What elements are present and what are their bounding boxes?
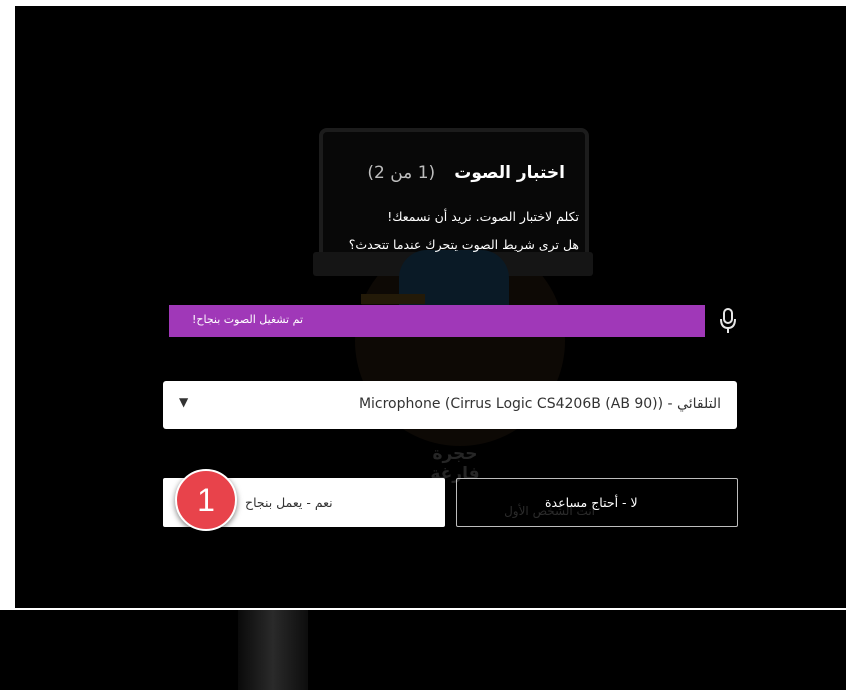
taskbar-app-button[interactable]: [238, 610, 308, 690]
dialog-title: اختبار الصوت (1 من 2): [345, 163, 565, 189]
no-need-help-label: لا - أحتاج مساعدة: [545, 495, 638, 510]
microphone-select[interactable]: ▼ التلقائي - Microphone (Cirrus Logic CS…: [163, 381, 737, 429]
audio-level-bar: تم تشغيل الصوت بنجاح!: [169, 305, 705, 337]
step-indicator: (1 من 2): [367, 163, 436, 183]
instruction-line-1: تكلم لاختبار الصوت. نريد أن نسمعك!: [387, 209, 579, 224]
audio-test-title: اختبار الصوت: [454, 163, 565, 183]
no-need-help-button[interactable]: لا - أحتاج مساعدة: [456, 478, 738, 527]
step-badge: 1: [175, 469, 237, 531]
yes-working-label: نعم - يعمل بنجاح: [245, 495, 333, 510]
microphone-select-value: التلقائي - Microphone (Cirrus Logic CS42…: [358, 396, 721, 412]
background-book-illustration: [361, 294, 425, 304]
instruction-line-2: هل ترى شريط الصوت يتحرك عندما تتحدث؟: [348, 237, 579, 252]
taskbar: [0, 610, 846, 690]
app-screen: حجرة فارغة أنت الشخص الأول اختبار الصوت …: [15, 6, 846, 608]
triangle-down-icon[interactable]: ▼: [179, 395, 188, 409]
audio-status-text: تم تشغيل الصوت بنجاح!: [191, 313, 303, 326]
microphone-icon: [720, 308, 736, 333]
